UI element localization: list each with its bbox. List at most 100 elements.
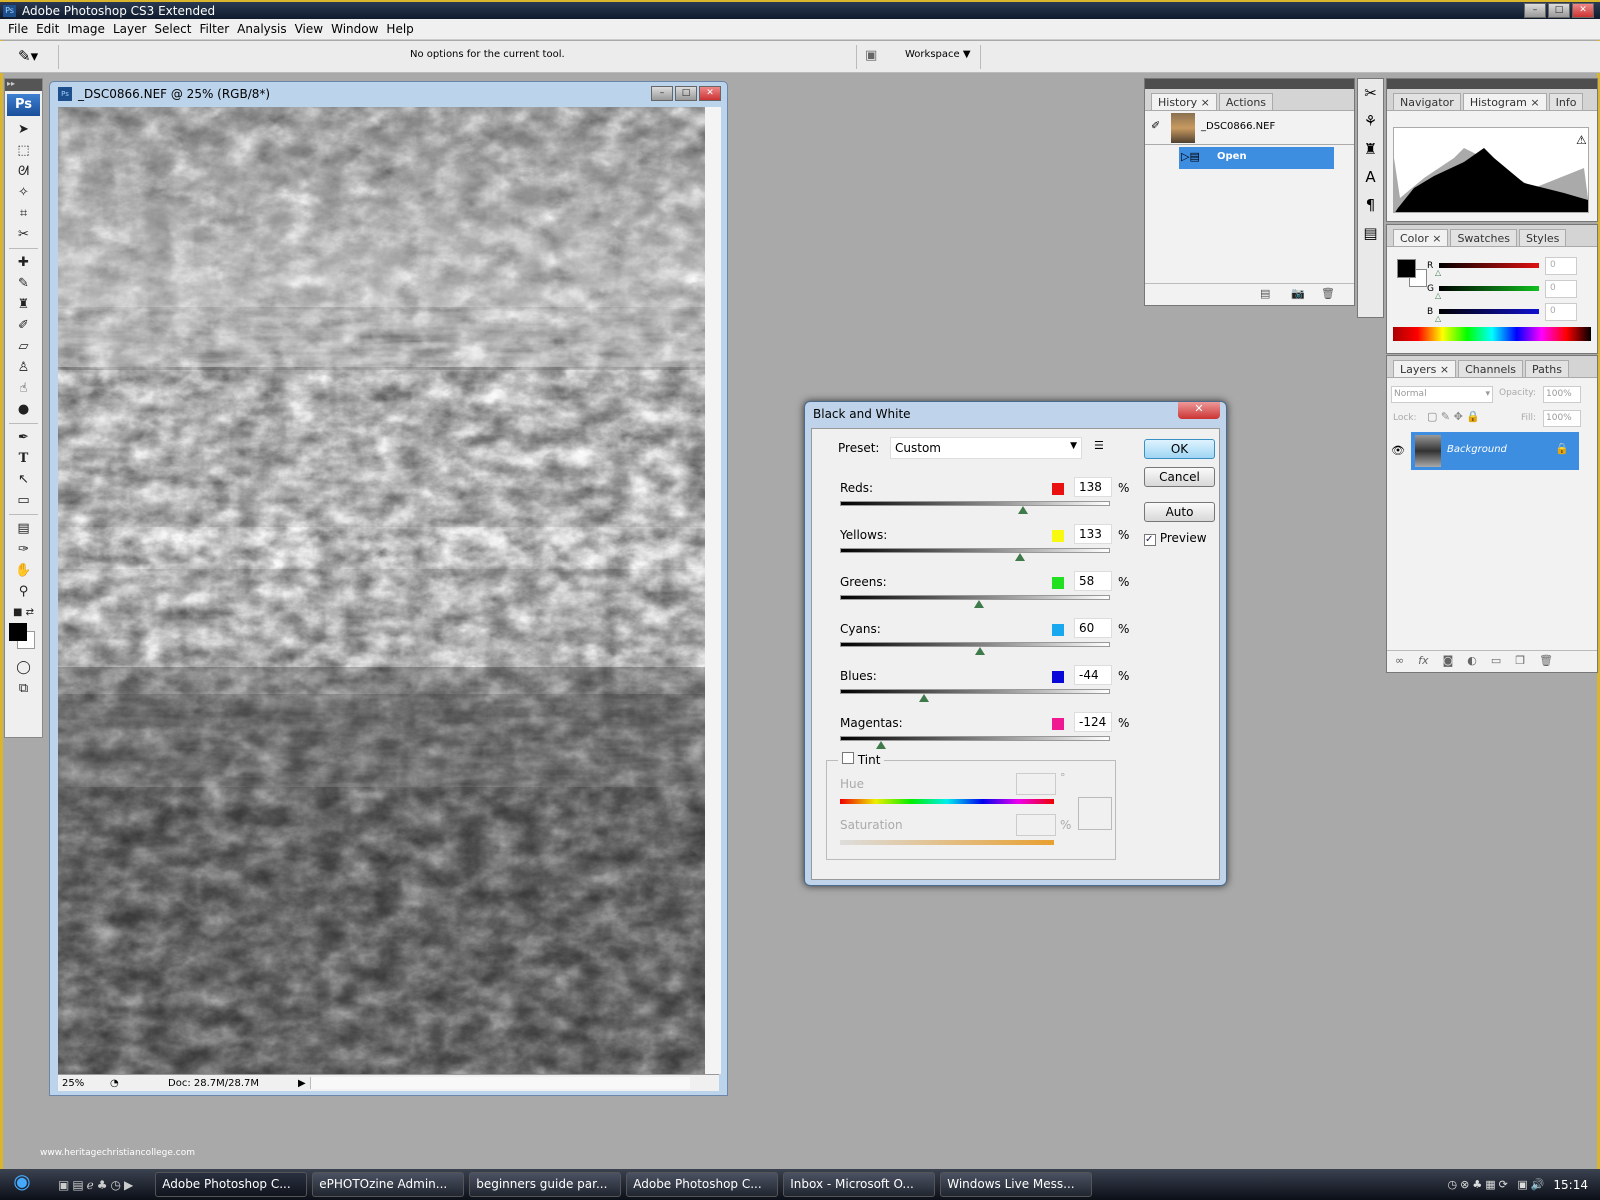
link-layers-icon[interactable]: ∞ xyxy=(1395,654,1404,672)
status-arrow-icon[interactable]: ▶ xyxy=(298,1075,306,1092)
channel-value-field[interactable]: -44 xyxy=(1074,665,1112,685)
channel-value[interactable]: 0 xyxy=(1545,280,1577,298)
slider-thumb[interactable] xyxy=(974,600,985,608)
channel-slider[interactable] xyxy=(840,548,1110,553)
slider-thumb[interactable] xyxy=(919,694,930,702)
system-tray-icons[interactable]: ◷⊗♣▦⟳ ▣🔊 xyxy=(1448,1178,1548,1191)
layer-mask-icon[interactable]: ◙ xyxy=(1443,654,1454,672)
toolbox-grip[interactable]: ▸▸ xyxy=(5,79,42,91)
eyedropper-tool-preset-icon[interactable]: ✎▾ xyxy=(18,47,38,65)
dodge-tool-icon[interactable]: ● xyxy=(5,399,42,420)
paint-bucket-tool-icon[interactable]: ♙ xyxy=(5,357,42,378)
new-document-from-state-icon[interactable]: ▤ xyxy=(1260,287,1270,300)
auto-button[interactable]: Auto xyxy=(1144,502,1215,522)
notes-tool-icon[interactable]: ▤ xyxy=(5,518,42,539)
minimize-button[interactable]: – xyxy=(1524,3,1546,18)
doc-maximize-button[interactable]: □ xyxy=(675,86,697,101)
menu-select[interactable]: Select xyxy=(152,19,197,39)
panel-grip[interactable] xyxy=(1387,79,1597,89)
hand-tool-icon[interactable]: ✋ xyxy=(5,560,42,581)
saturation-field[interactable] xyxy=(1016,814,1056,836)
tint-color-swatch[interactable] xyxy=(1078,797,1112,830)
tools-presets-icon[interactable]: ✂ xyxy=(1358,79,1383,107)
menu-help[interactable]: Help xyxy=(384,19,419,39)
taskbar-item[interactable]: Adobe Photoshop C... xyxy=(626,1172,779,1197)
menu-file[interactable]: File xyxy=(6,19,34,39)
ok-button[interactable]: OK xyxy=(1144,439,1215,459)
tab-color[interactable]: Color × xyxy=(1393,229,1449,246)
cancel-button[interactable]: Cancel xyxy=(1144,467,1215,487)
menu-analysis[interactable]: Analysis xyxy=(235,19,292,39)
channel-value-field[interactable]: 60 xyxy=(1074,618,1112,638)
tab-layers[interactable]: Layers × xyxy=(1393,360,1457,377)
eraser-tool-icon[interactable]: ▱ xyxy=(5,336,42,357)
channel-value-field[interactable]: -124 xyxy=(1074,712,1112,732)
new-snapshot-icon[interactable]: 📷 xyxy=(1291,287,1305,300)
slider-thumb[interactable] xyxy=(1014,553,1025,561)
maximize-button[interactable]: □ xyxy=(1548,3,1570,18)
slider-thumb[interactable] xyxy=(975,647,986,655)
tint-checkbox[interactable]: Tint xyxy=(838,752,885,767)
ps-logo[interactable]: Ps xyxy=(7,94,40,116)
channel-value-field[interactable]: 58 xyxy=(1074,571,1112,591)
history-brush-tool-icon[interactable]: ✐ xyxy=(5,315,42,336)
slider-thumb[interactable] xyxy=(876,741,886,749)
tab-histogram[interactable]: Histogram × xyxy=(1462,93,1547,110)
zoom-tool-icon[interactable]: ⚲ xyxy=(5,581,42,602)
tab-channels[interactable]: Channels xyxy=(1458,360,1524,377)
quick-mask-icon[interactable]: ◯ xyxy=(5,657,42,678)
new-group-icon[interactable]: ▭ xyxy=(1491,654,1501,672)
preview-checkbox[interactable]: ✓ Preview xyxy=(1144,531,1207,546)
shape-tool-icon[interactable]: ▭ xyxy=(5,490,42,511)
preset-options-icon[interactable]: ☰ xyxy=(1094,439,1104,452)
opacity-field[interactable]: 100% xyxy=(1543,386,1581,403)
path-select-tool-icon[interactable]: ↖ xyxy=(5,469,42,490)
menu-view[interactable]: View xyxy=(293,19,329,39)
brush-tool-icon[interactable]: ✎ xyxy=(5,273,42,294)
channel-slider[interactable] xyxy=(1439,286,1539,291)
history-brush-source-icon[interactable]: ✐ xyxy=(1151,119,1160,132)
swap-colors-icon[interactable]: ■ ⇄ xyxy=(5,602,42,623)
quick-launch-icons[interactable]: ▣▤ℯ♣◷▶ xyxy=(58,1178,136,1192)
slider-thumb[interactable]: △ xyxy=(1435,314,1441,323)
channel-slider[interactable] xyxy=(840,501,1110,506)
doc-close-button[interactable]: ✕ xyxy=(699,86,721,101)
preset-select[interactable]: Custom ▼ xyxy=(890,437,1082,459)
bridge-icon[interactable]: ▣ xyxy=(865,48,877,63)
channel-slider[interactable] xyxy=(1439,263,1539,268)
tab-history[interactable]: History × xyxy=(1151,93,1217,110)
eyedropper-tool-icon[interactable]: ✑ xyxy=(5,539,42,560)
color-ramp[interactable] xyxy=(1393,327,1591,341)
move-tool-icon[interactable]: ➤ xyxy=(5,119,42,140)
tab-navigator[interactable]: Navigator xyxy=(1393,93,1461,110)
type-tool-icon[interactable]: T xyxy=(5,448,42,469)
channel-slider[interactable] xyxy=(840,689,1110,694)
tab-info[interactable]: Info xyxy=(1548,93,1584,110)
hue-slider[interactable] xyxy=(840,799,1054,804)
channel-value[interactable]: 0 xyxy=(1545,303,1577,321)
taskbar-item[interactable]: ePHOTOzine Admin... xyxy=(312,1172,465,1197)
blend-mode-select[interactable]: Normal ▾ xyxy=(1391,386,1493,403)
marquee-tool-icon[interactable]: ⬚ xyxy=(5,140,42,161)
trash-icon[interactable]: 🗑 xyxy=(1321,287,1335,300)
layer-row[interactable]: 👁 Background 🔒 xyxy=(1387,432,1579,472)
channel-value[interactable]: 0 xyxy=(1545,257,1577,275)
trash-icon[interactable]: 🗑 xyxy=(1539,654,1553,672)
pen-tool-icon[interactable]: ✒ xyxy=(5,427,42,448)
menu-edit[interactable]: Edit xyxy=(34,19,65,39)
fill-field[interactable]: 100% xyxy=(1543,410,1581,427)
magic-wand-tool-icon[interactable]: ✧ xyxy=(5,182,42,203)
new-layer-icon[interactable]: ❐ xyxy=(1515,654,1525,672)
channel-slider[interactable] xyxy=(1439,309,1539,314)
menu-window[interactable]: Window xyxy=(329,19,384,39)
taskbar-item[interactable]: beginners guide par... xyxy=(469,1172,622,1197)
menu-image[interactable]: Image xyxy=(65,19,111,39)
taskbar-item[interactable]: Windows Live Mess... xyxy=(940,1172,1093,1197)
taskbar-item[interactable]: Inbox - Microsoft O... xyxy=(783,1172,936,1197)
tab-paths[interactable]: Paths xyxy=(1525,360,1569,377)
adjustment-layer-icon[interactable]: ◐ xyxy=(1467,654,1477,672)
layer-style-icon[interactable]: fx xyxy=(1418,654,1428,672)
close-button[interactable]: ✕ xyxy=(1572,3,1594,18)
taskbar-item[interactable]: Adobe Photoshop C... xyxy=(155,1172,308,1197)
history-item[interactable]: ▷▤ Open xyxy=(1145,147,1354,169)
